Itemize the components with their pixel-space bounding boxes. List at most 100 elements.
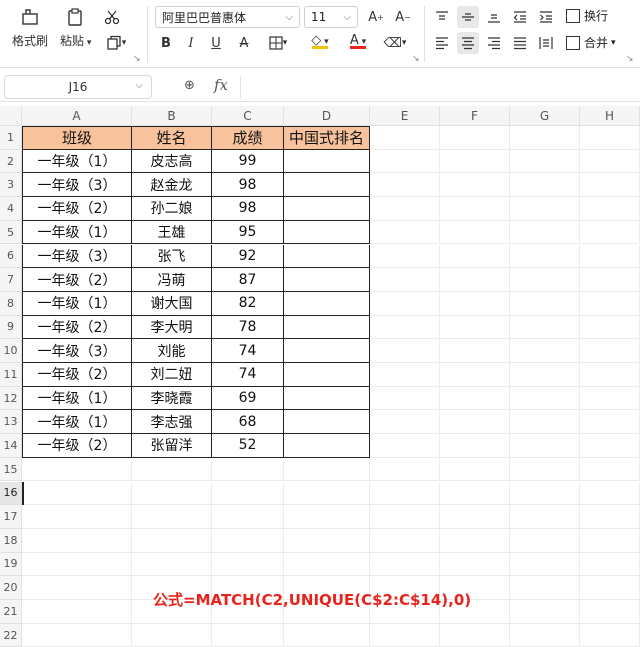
cell[interactable] — [370, 481, 440, 506]
align-right-icon[interactable] — [483, 32, 505, 54]
cell[interactable]: 刘能 — [132, 339, 212, 363]
select-all-corner[interactable] — [0, 106, 22, 126]
cell[interactable]: 一年级（2） — [22, 434, 132, 458]
cell[interactable] — [370, 410, 440, 435]
cell[interactable] — [370, 244, 440, 269]
align-middle-icon[interactable] — [457, 6, 479, 28]
strikethrough-icon[interactable]: A — [233, 32, 255, 54]
align-bottom-icon[interactable] — [483, 6, 505, 28]
row-header-3[interactable]: 3 — [0, 173, 22, 198]
cell[interactable] — [580, 576, 640, 600]
font-name-select[interactable]: 阿里巴巴普惠体 ⌵ — [155, 6, 300, 28]
cell[interactable] — [510, 197, 580, 221]
cell[interactable] — [22, 457, 132, 482]
cell[interactable] — [370, 386, 440, 411]
cell[interactable] — [580, 623, 640, 647]
formula-input[interactable] — [246, 75, 636, 99]
cell[interactable] — [284, 197, 370, 221]
cell[interactable] — [284, 173, 370, 198]
row-header-21[interactable]: 21 — [0, 600, 22, 624]
cell[interactable] — [510, 173, 580, 198]
cell[interactable] — [440, 505, 510, 529]
cell[interactable]: 74 — [212, 363, 284, 387]
cell[interactable] — [132, 481, 212, 506]
cell[interactable]: 赵金龙 — [132, 173, 212, 198]
cell[interactable] — [440, 363, 510, 387]
cell[interactable] — [284, 291, 370, 316]
cell[interactable]: 92 — [212, 244, 284, 269]
cell[interactable]: 99 — [212, 149, 284, 174]
cell[interactable] — [22, 505, 132, 529]
cell[interactable]: 一年级（1） — [22, 410, 132, 435]
cell[interactable] — [284, 363, 370, 387]
font-color-icon[interactable]: A ▾ — [341, 30, 375, 52]
table-header-cell[interactable]: 班级 — [22, 126, 132, 150]
copy-icon[interactable]: ▾ — [103, 32, 129, 54]
cell[interactable] — [510, 410, 580, 435]
cell[interactable]: 一年级（1） — [22, 386, 132, 411]
cell[interactable] — [580, 505, 640, 529]
cell[interactable] — [580, 244, 640, 269]
justify-icon[interactable] — [509, 32, 531, 54]
cell[interactable] — [22, 576, 132, 600]
cell[interactable] — [284, 623, 370, 647]
cell[interactable] — [440, 149, 510, 174]
row-header-8[interactable]: 8 — [0, 291, 22, 316]
row-header-5[interactable]: 5 — [0, 220, 22, 245]
decrease-indent-icon[interactable] — [509, 6, 531, 28]
cell[interactable]: 王雄 — [132, 220, 212, 245]
cell[interactable] — [440, 268, 510, 292]
cell[interactable]: 孙二娘 — [132, 197, 212, 221]
cell[interactable] — [510, 220, 580, 245]
cell[interactable] — [132, 505, 212, 529]
row-header-4[interactable]: 4 — [0, 197, 22, 221]
cell[interactable] — [132, 623, 212, 647]
cell[interactable]: 谢大国 — [132, 291, 212, 316]
cell[interactable] — [510, 434, 580, 458]
cell[interactable]: 一年级（1） — [22, 291, 132, 316]
cell[interactable] — [284, 339, 370, 363]
cell[interactable]: 52 — [212, 434, 284, 458]
cell[interactable]: 一年级（2） — [22, 315, 132, 340]
cell[interactable] — [580, 173, 640, 198]
cell[interactable]: 张留洋 — [132, 434, 212, 458]
cell[interactable] — [440, 339, 510, 363]
cell[interactable] — [132, 552, 212, 577]
cell[interactable] — [510, 457, 580, 482]
cell[interactable] — [440, 126, 510, 150]
cell[interactable] — [580, 528, 640, 553]
cut-icon[interactable] — [101, 6, 123, 28]
cell[interactable] — [284, 410, 370, 435]
cell[interactable] — [284, 528, 370, 553]
cell[interactable] — [370, 552, 440, 577]
cell[interactable]: 95 — [212, 220, 284, 245]
cell[interactable]: 皮志高 — [132, 149, 212, 174]
row-header-12[interactable]: 12 — [0, 386, 22, 411]
cell[interactable] — [510, 126, 580, 150]
cell[interactable] — [580, 434, 640, 458]
cell[interactable] — [580, 220, 640, 245]
cell[interactable]: 69 — [212, 386, 284, 411]
paste-button[interactable]: 粘贴 ▾ — [60, 6, 91, 49]
cell[interactable] — [580, 386, 640, 411]
cell[interactable] — [510, 244, 580, 269]
column-header-h[interactable]: H — [580, 106, 640, 126]
cell[interactable] — [510, 363, 580, 387]
clear-format-icon[interactable]: ⌫ ▾ — [380, 32, 410, 54]
cell[interactable] — [580, 457, 640, 482]
row-header-17[interactable]: 17 — [0, 505, 22, 529]
cell[interactable] — [22, 552, 132, 577]
cell[interactable] — [440, 528, 510, 553]
cell[interactable]: 82 — [212, 291, 284, 316]
cell[interactable] — [510, 315, 580, 340]
align-center-icon[interactable] — [457, 32, 479, 54]
row-header-14[interactable]: 14 — [0, 434, 22, 458]
cell[interactable] — [580, 126, 640, 150]
cell[interactable] — [440, 244, 510, 269]
cell[interactable] — [284, 244, 370, 269]
cell[interactable] — [212, 505, 284, 529]
cell[interactable] — [370, 623, 440, 647]
cell[interactable]: 一年级（3） — [22, 173, 132, 198]
distributed-align-icon[interactable] — [535, 32, 557, 54]
row-header-7[interactable]: 7 — [0, 268, 22, 292]
